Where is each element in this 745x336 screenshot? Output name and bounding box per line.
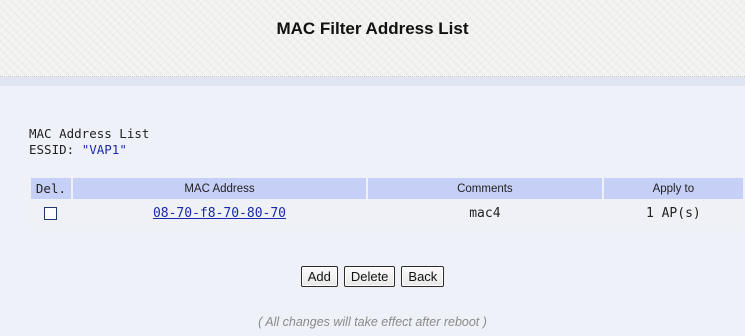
- reboot-notice: ( All changes will take effect after reb…: [258, 315, 487, 329]
- delete-button[interactable]: Delete: [343, 266, 396, 287]
- table-row: 08-70-f8-70-80-70 mac4 1 AP(s): [31, 201, 743, 225]
- add-button[interactable]: Add: [300, 266, 338, 287]
- column-header-mac-address: MAC Address: [72, 178, 367, 199]
- action-buttons: Add Delete Back: [0, 266, 745, 287]
- page-title: MAC Filter Address List: [276, 19, 469, 38]
- header-divider-band: [0, 77, 745, 86]
- mac-address-list-title: MAC Address List: [29, 126, 150, 141]
- delete-cell: [31, 201, 71, 225]
- essid-value: "VAP1": [81, 142, 127, 157]
- mac-address-cell: 08-70-f8-70-80-70: [72, 201, 367, 225]
- comments-cell: mac4: [368, 201, 602, 225]
- mac-address-link[interactable]: 08-70-f8-70-80-70: [153, 206, 286, 221]
- essid-label: ESSID:: [29, 142, 82, 157]
- delete-checkbox[interactable]: [44, 206, 58, 220]
- table-header-row: Del. MAC Address Comments Apply to: [31, 178, 743, 199]
- column-header-del: Del.: [31, 178, 71, 199]
- column-header-comments: Comments: [368, 178, 602, 199]
- column-header-apply-to: Apply to: [603, 178, 743, 199]
- back-button[interactable]: Back: [401, 266, 445, 287]
- essid-line: ESSID: "VAP1": [29, 142, 127, 157]
- apply-to-cell: 1 AP(s): [603, 201, 743, 225]
- mac-address-table: Del. MAC Address Comments Apply to 08-70…: [29, 176, 745, 227]
- page-header: MAC Filter Address List: [0, 0, 745, 77]
